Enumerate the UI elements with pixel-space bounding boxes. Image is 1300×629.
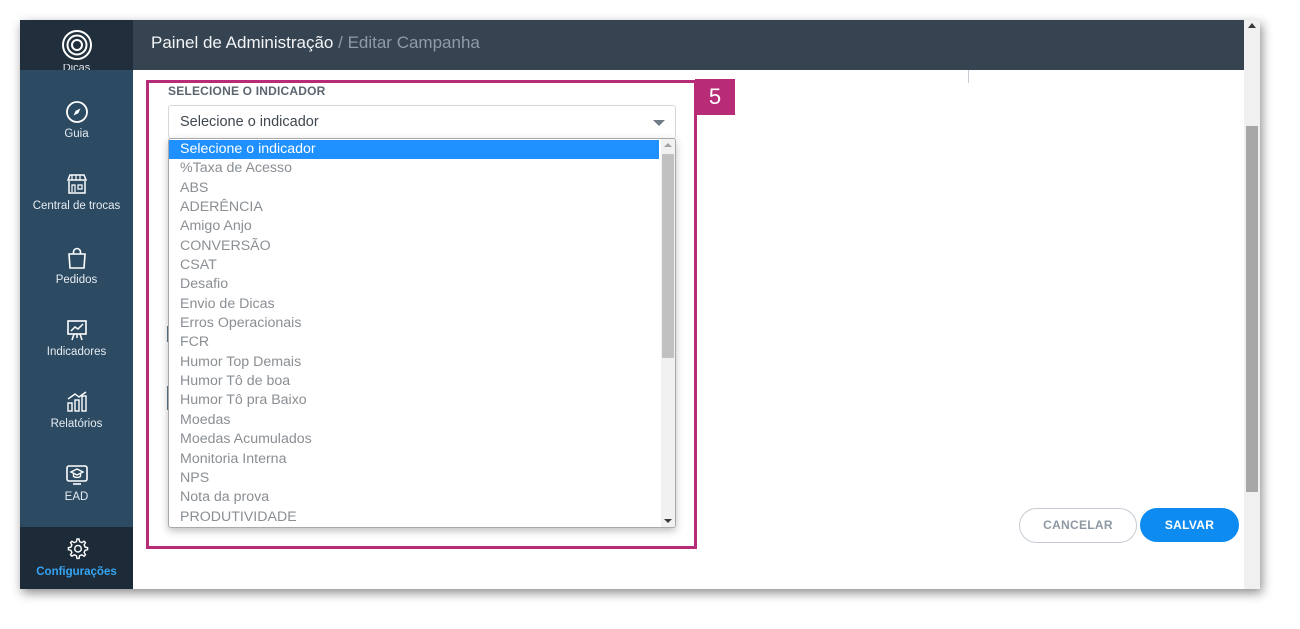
indicator-label: SELECIONE O INDICADOR	[168, 84, 326, 98]
dropdown-option[interactable]: Humor Tô de boa	[169, 372, 659, 391]
sidebar: Dicas Guia Central de trocas Pedidos Ind…	[20, 20, 133, 589]
dropdown-option[interactable]: %Taxa de Acesso	[169, 159, 659, 178]
sidebar-item-label: Pedidos	[55, 274, 98, 286]
sidebar-item-label: Configurações	[36, 566, 117, 578]
dropdown-option[interactable]: FCR	[169, 333, 659, 352]
shopping-bag-icon	[67, 247, 86, 269]
dropdown-option[interactable]: Envio de Dicas	[169, 295, 659, 314]
breadcrumb: Editar Campanha	[347, 33, 480, 52]
caret-down-icon	[653, 120, 665, 126]
dropdown-option[interactable]: CONVERSÃO	[169, 237, 659, 256]
sidebar-item-central-de-trocas[interactable]: Central de trocas	[20, 172, 133, 244]
dropdown-option[interactable]: Moedas	[169, 411, 659, 430]
logo-icon	[62, 30, 92, 60]
header-bar: Painel de Administração / Editar Campanh…	[133, 20, 1244, 70]
sidebar-item-indicadores[interactable]: Indicadores	[20, 318, 133, 390]
page-scrollbar[interactable]	[1244, 20, 1260, 589]
sidebar-item-label: Relatórios	[50, 418, 103, 430]
scroll-up-icon[interactable]	[664, 143, 672, 147]
dropdown-option[interactable]: Humor Top Demais	[169, 353, 659, 372]
dropdown-option[interactable]: Monitoria Interna	[169, 450, 659, 469]
graduation-cap-icon	[65, 465, 88, 485]
scroll-down-icon[interactable]	[664, 519, 672, 523]
page-title: Painel de Administração / Editar Campanh…	[151, 33, 480, 53]
cancel-button[interactable]: CANCELAR	[1019, 508, 1137, 543]
app-window: Dicas Guia Central de trocas Pedidos Ind…	[20, 20, 1260, 589]
sidebar-item-label: EAD	[64, 491, 89, 503]
scrollbar-thumb[interactable]	[1246, 126, 1258, 492]
step-number-badge: 5	[695, 79, 735, 115]
sidebar-item-pedidos[interactable]: Pedidos	[20, 246, 133, 318]
sidebar-item-label: Guia	[64, 128, 89, 140]
sidebar-item-guia[interactable]: Guia	[20, 100, 133, 172]
dropdown-option[interactable]: Erros Operacionais	[169, 314, 659, 333]
save-button[interactable]: SALVAR	[1140, 508, 1239, 542]
presentation-chart-icon	[66, 320, 87, 341]
dropdown-option[interactable]: CSAT	[169, 256, 659, 275]
scroll-up-icon[interactable]	[1248, 23, 1256, 28]
dropdown-option[interactable]: NPS	[169, 469, 659, 488]
dropdown-option[interactable]: Moedas Acumulados	[169, 430, 659, 449]
dropdown-option[interactable]: Selecione o indicador	[169, 140, 659, 160]
compass-icon	[65, 101, 88, 123]
sidebar-item-relatorios[interactable]: Relatórios	[20, 390, 133, 462]
dropdown-option[interactable]: ADERÊNCIA	[169, 198, 659, 217]
admin-title: Painel de Administração	[151, 33, 334, 52]
dropdown-scrollbar[interactable]	[661, 139, 675, 527]
logo[interactable]	[20, 20, 133, 70]
sidebar-item-label: Central de trocas	[32, 200, 121, 212]
dropdown-option[interactable]: Amigo Anjo	[169, 217, 659, 236]
dropdown-option[interactable]: Nota da prova	[169, 488, 659, 507]
sidebar-item-configuracoes[interactable]: Configurações	[20, 527, 133, 589]
dropdown-option[interactable]: Desafio	[169, 275, 659, 294]
indicator-select-value: Selecione o indicador	[180, 114, 319, 130]
dropdown-option[interactable]: Humor Tô pra Baixo	[169, 391, 659, 410]
sidebar-item-label: Indicadores	[46, 346, 107, 358]
gear-icon	[67, 538, 88, 560]
sidebar-item-dicas-label[interactable]: Dicas	[20, 64, 133, 70]
scrollbar-thumb[interactable]	[662, 154, 674, 358]
dropdown-option[interactable]: PRODUTIVIDADE	[169, 508, 659, 527]
sidebar-item-ead[interactable]: EAD	[20, 463, 133, 535]
divider	[968, 70, 969, 83]
storefront-icon	[66, 174, 87, 194]
breadcrumb-separator: /	[333, 33, 348, 52]
dropdown-option[interactable]: ABS	[169, 179, 659, 198]
indicator-select[interactable]: Selecione o indicador	[168, 105, 676, 139]
indicator-dropdown-list[interactable]: Selecione o indicador %Taxa de Acesso AB…	[168, 138, 676, 528]
bar-chart-icon	[66, 391, 87, 412]
